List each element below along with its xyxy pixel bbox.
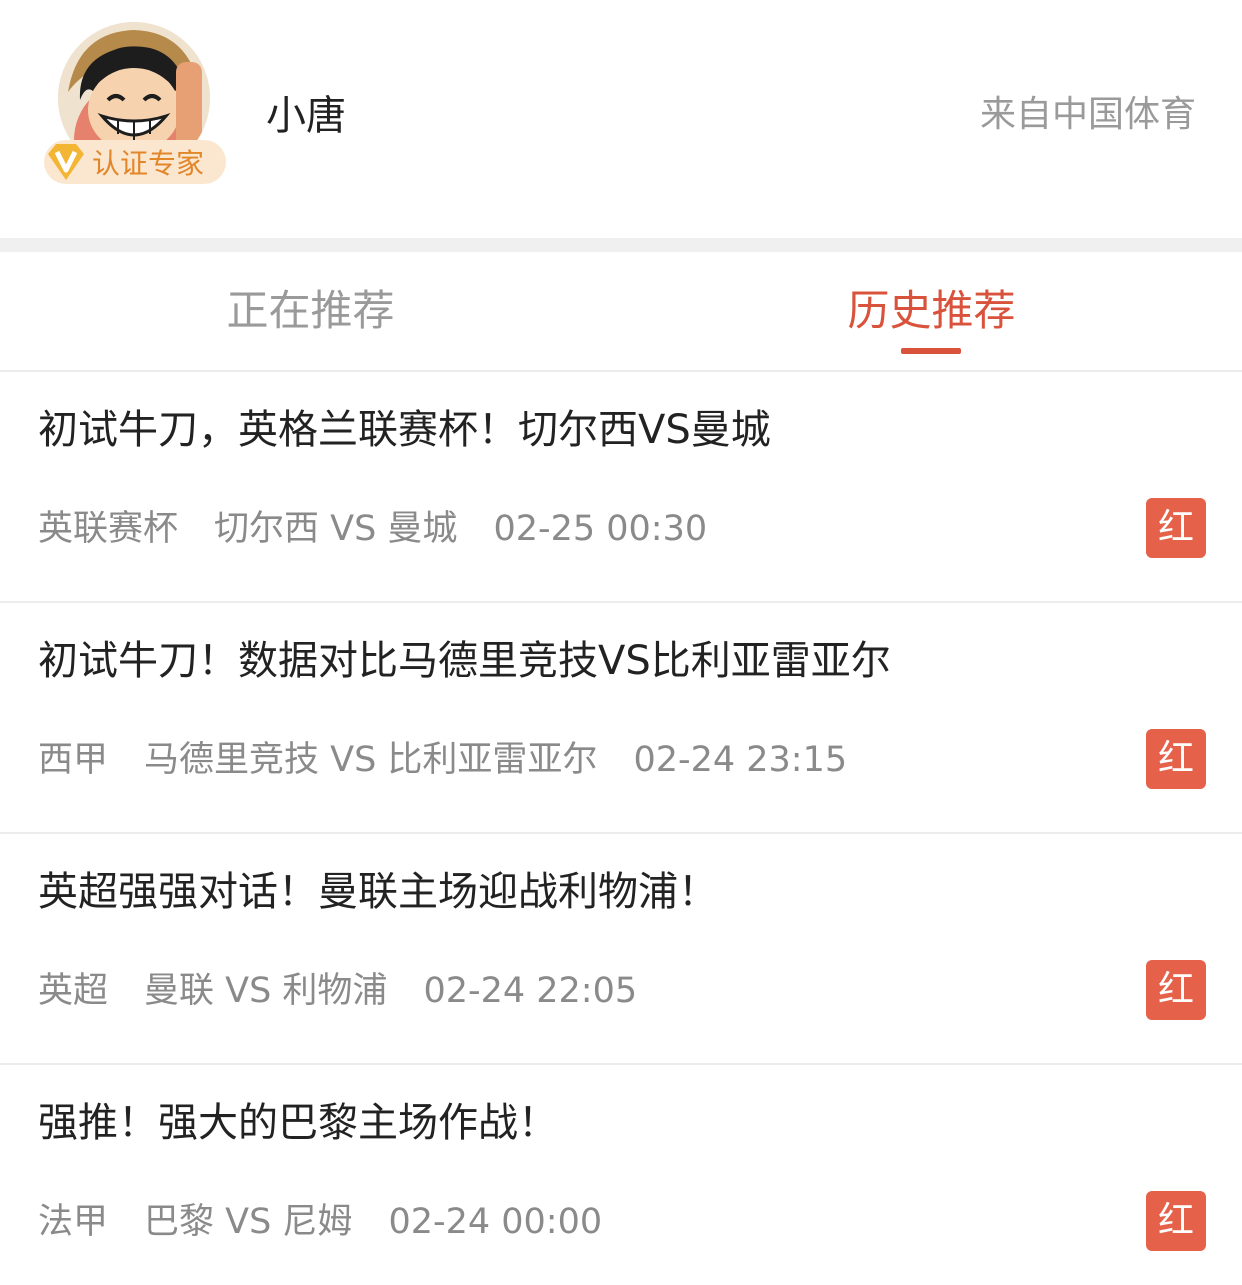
item-title: 初试牛刀！数据对比马德里竞技VS比利亚雷亚尔: [38, 638, 891, 684]
result-badge: 红: [1146, 1191, 1206, 1251]
source-label: 来自中国体育: [979, 94, 1196, 135]
recommendation-list: 初试牛刀，英格兰联赛杯！切尔西VS曼城 英联赛杯 切尔西 VS 曼城 02-25 0…: [0, 372, 1242, 1285]
item-match: 曼联 VS 利物浦: [144, 971, 388, 1011]
list-item[interactable]: 英超强强对话！曼联主场迎战利物浦！ 英超 曼联 VS 利物浦 02-24 22:05…: [0, 834, 1242, 1065]
item-league: 英联赛杯: [38, 509, 179, 549]
profile-header: 认证专家 小唐 来自中国体育: [0, 0, 1242, 238]
list-item[interactable]: 初试牛刀，英格兰联赛杯！切尔西VS曼城 英联赛杯 切尔西 VS 曼城 02-25 0…: [0, 372, 1242, 603]
v-diamond-icon: [48, 144, 84, 180]
active-tab-indicator: [901, 348, 961, 354]
item-time: 02-24 00:00: [388, 1202, 603, 1242]
user-name: 小唐: [266, 93, 346, 139]
item-time: 02-24 22:05: [423, 971, 638, 1011]
item-league: 英超: [38, 971, 109, 1011]
item-time: 02-24 23:15: [633, 740, 848, 780]
result-badge: 红: [1146, 729, 1206, 789]
item-meta: 英联赛杯 切尔西 VS 曼城 02-25 00:30: [38, 504, 743, 554]
item-meta: 法甲 巴黎 VS 尼姆 02-24 00:00: [38, 1197, 638, 1247]
list-item[interactable]: 初试牛刀！数据对比马德里竞技VS比利亚雷亚尔 西甲 马德里竞技 VS 比利亚雷亚尔…: [0, 603, 1242, 834]
item-meta: 英超 曼联 VS 利物浦 02-24 22:05: [38, 966, 673, 1016]
list-item[interactable]: 强推！强大的巴黎主场作战！ 法甲 巴黎 VS 尼姆 02-24 00:00 红: [0, 1065, 1242, 1285]
tab-bar: 正在推荐 历史推荐: [0, 252, 1242, 372]
result-badge: 红: [1146, 498, 1206, 558]
item-league: 法甲: [38, 1202, 109, 1242]
certified-expert-badge: 认证专家: [44, 140, 227, 184]
section-divider: [0, 238, 1242, 252]
item-title: 初试牛刀，英格兰联赛杯！切尔西VS曼城: [38, 407, 771, 453]
item-match: 马德里竞技 VS 比利亚雷亚尔: [144, 740, 598, 780]
item-meta: 西甲 马德里竞技 VS 比利亚雷亚尔 02-24 23:15: [38, 735, 883, 785]
item-match: 切尔西 VS 曼城: [214, 509, 458, 549]
item-time: 02-25 00:30: [493, 509, 708, 549]
badge-label: 认证专家: [92, 147, 205, 180]
avatar-container[interactable]: 认证专家: [44, 22, 227, 184]
item-title: 强推！强大的巴黎主场作战！: [38, 1100, 558, 1146]
item-title: 英超强强对话！曼联主场迎战利物浦！: [38, 869, 718, 915]
item-league: 西甲: [38, 740, 109, 780]
result-badge: 红: [1146, 960, 1206, 1020]
item-match: 巴黎 VS 尼姆: [144, 1202, 353, 1242]
tab-current-recommendations[interactable]: 正在推荐: [0, 252, 621, 370]
